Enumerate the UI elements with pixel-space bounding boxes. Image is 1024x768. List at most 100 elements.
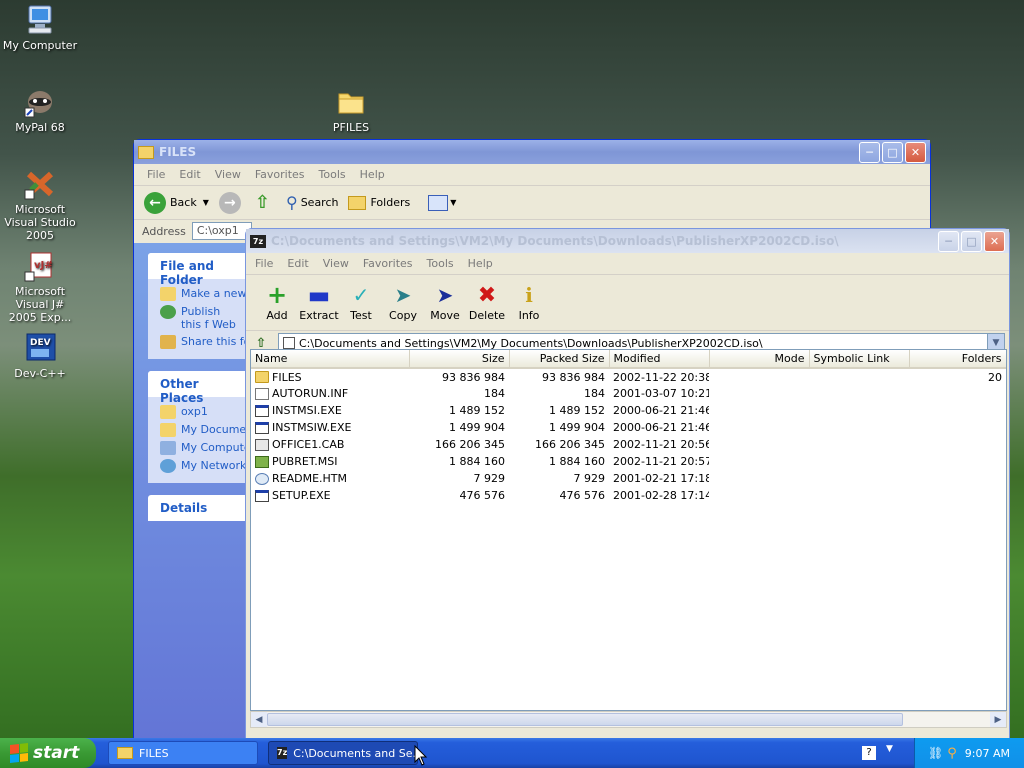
test-button[interactable]: ✓ Test bbox=[340, 283, 382, 322]
maximize-button[interactable]: □ bbox=[961, 230, 982, 252]
desktop-icon-mypal[interactable]: MyPal 68 bbox=[0, 86, 80, 134]
panel-title[interactable]: Details bbox=[148, 495, 248, 521]
table-row[interactable]: FILES 93 836 984 93 836 984 2002-11-22 2… bbox=[251, 368, 1006, 385]
extract-button[interactable]: ▬ Extract bbox=[298, 281, 340, 322]
minimize-button[interactable]: ─ bbox=[859, 141, 880, 163]
column-header-packed-size[interactable]: Packed Size bbox=[509, 350, 610, 369]
clock[interactable]: 9:07 AM bbox=[965, 747, 1010, 760]
menu-file[interactable]: File bbox=[248, 257, 280, 270]
desktop-icon-label: Microsoft Visual J# 2005 Exp... bbox=[8, 285, 72, 324]
task-pane: File and Folder Make a new Publish this … bbox=[134, 243, 248, 739]
place-label: My Compute bbox=[181, 441, 248, 454]
menu-favorites[interactable]: Favorites bbox=[356, 257, 420, 270]
table-row[interactable]: PUBRET.MSI 1 884 160 1 884 160 2002-11-2… bbox=[251, 453, 1006, 470]
menu-edit[interactable]: Edit bbox=[172, 168, 207, 181]
up-folder-button[interactable]: ⇧ bbox=[255, 192, 270, 213]
place-my-documents[interactable]: My Documer bbox=[160, 423, 248, 437]
desktop-icon-visual-jsharp[interactable]: vJ# Microsoft Visual J# 2005 Exp... bbox=[0, 250, 80, 324]
place-my-network[interactable]: My Network bbox=[160, 459, 248, 473]
menu-file[interactable]: File bbox=[140, 168, 172, 181]
share-icon bbox=[160, 335, 176, 349]
back-button[interactable]: ← Back ▼ bbox=[144, 191, 209, 214]
views-button[interactable]: ▼ bbox=[428, 194, 456, 211]
task-make-new-folder[interactable]: Make a new bbox=[160, 287, 248, 301]
column-header-name[interactable]: Name bbox=[251, 350, 410, 369]
panel-title[interactable]: Other Places bbox=[148, 371, 248, 405]
close-button[interactable]: ✕ bbox=[905, 141, 926, 163]
table-row[interactable]: INSTMSI.EXE 1 489 152 1 489 152 2000-06-… bbox=[251, 402, 1006, 419]
forward-arrow-icon: → bbox=[218, 191, 241, 214]
minimize-button[interactable]: ─ bbox=[938, 230, 959, 252]
place-my-computer[interactable]: My Compute bbox=[160, 441, 248, 455]
column-header-modified[interactable]: Modified bbox=[609, 350, 710, 369]
place-oxp1[interactable]: oxp1 bbox=[160, 405, 248, 419]
file-packed-size: 184 bbox=[584, 387, 605, 400]
maximize-button[interactable]: □ bbox=[882, 141, 903, 163]
table-row[interactable]: SETUP.EXE 476 576 476 576 2001-02-28 17:… bbox=[251, 487, 1006, 504]
menu-favorites[interactable]: Favorites bbox=[248, 168, 312, 181]
column-header-symbolic-link[interactable]: Symbolic Link bbox=[809, 350, 910, 369]
task-label: Share this fo bbox=[181, 335, 248, 348]
menu-tools[interactable]: Tools bbox=[420, 257, 461, 270]
help-icon[interactable]: ? bbox=[862, 746, 876, 760]
forward-button[interactable]: → bbox=[218, 191, 245, 214]
search-tray-icon[interactable]: ⚲ bbox=[947, 746, 957, 761]
menu-help[interactable]: Help bbox=[353, 168, 392, 181]
delete-button[interactable]: ✖ Delete bbox=[466, 282, 508, 323]
table-row[interactable]: OFFICE1.CAB 166 206 345 166 206 345 2002… bbox=[251, 436, 1006, 453]
start-button[interactable]: start bbox=[0, 738, 96, 768]
desktop-icon-my-computer[interactable]: My Computer bbox=[0, 4, 80, 52]
panel-title[interactable]: File and Folder bbox=[148, 253, 248, 287]
search-button[interactable]: ⚲ Search bbox=[286, 193, 339, 212]
task-publish-web[interactable]: Publish this f Web bbox=[160, 305, 248, 331]
table-row[interactable]: AUTORUN.INF 184 184 2001-03-07 10:21 bbox=[251, 385, 1006, 402]
menu-view[interactable]: View bbox=[316, 257, 356, 270]
desktop-icon-visual-studio[interactable]: Microsoft Visual Studio 2005 bbox=[0, 168, 80, 242]
file-modified: 2001-02-21 17:18 bbox=[613, 472, 709, 485]
zip-titlebar[interactable]: 7z C:\Documents and Settings\VM2\My Docu… bbox=[246, 229, 1009, 253]
menu-help[interactable]: Help bbox=[461, 257, 500, 270]
menu-tools[interactable]: Tools bbox=[312, 168, 353, 181]
close-button[interactable]: ✕ bbox=[984, 230, 1005, 252]
move-button[interactable]: ➤ Move bbox=[424, 283, 466, 322]
file-size: 476 576 bbox=[459, 489, 506, 502]
desktop-icon-devcpp[interactable]: DEV Dev-C++ bbox=[0, 332, 80, 380]
info-button[interactable]: i Info bbox=[508, 283, 550, 322]
back-arrow-icon: ← bbox=[144, 191, 166, 214]
file-list[interactable]: Name Size Packed Size Modified Mode Symb… bbox=[250, 349, 1007, 711]
scrollbar-thumb[interactable] bbox=[267, 713, 903, 726]
table-row[interactable]: INSTMSIW.EXE 1 499 904 1 499 904 2000-06… bbox=[251, 419, 1006, 436]
copy-button[interactable]: ➤ Copy bbox=[382, 283, 424, 322]
7zip-file-manager-window[interactable]: 7z C:\Documents and Settings\VM2\My Docu… bbox=[245, 228, 1010, 740]
windows-logo-icon bbox=[10, 743, 28, 763]
taskbar-item-7zip[interactable]: 7z C:\Documents and Se... bbox=[268, 741, 418, 765]
network-tray-icon[interactable]: ⛓ bbox=[928, 746, 943, 760]
scroll-left-icon[interactable]: ◀ bbox=[251, 712, 267, 727]
globe-icon bbox=[160, 305, 176, 319]
column-header-folders[interactable]: Folders bbox=[909, 350, 1006, 369]
file-modified: 2000-06-21 21:46 bbox=[613, 404, 709, 417]
column-header-mode[interactable]: Mode bbox=[709, 350, 810, 369]
taskbar-item-files[interactable]: FILES bbox=[108, 741, 258, 765]
file-modified: 2002-11-22 20:38 bbox=[613, 370, 709, 384]
column-header-size[interactable]: Size bbox=[409, 350, 510, 369]
folders-button[interactable]: Folders bbox=[348, 195, 410, 210]
add-button[interactable]: + Add bbox=[256, 281, 298, 322]
table-row[interactable]: README.HTM 7 929 7 929 2001-02-21 17:18 bbox=[251, 470, 1006, 487]
file-size: 1 884 160 bbox=[449, 455, 505, 468]
files-titlebar[interactable]: FILES ─ □ ✕ bbox=[134, 140, 930, 164]
language-bar-icon[interactable]: ▼ bbox=[886, 744, 893, 754]
task-share-folder[interactable]: Share this fo bbox=[160, 335, 248, 349]
place-label: My Documer bbox=[181, 423, 248, 436]
add-label: Add bbox=[266, 309, 288, 322]
desktop-icon-pfiles[interactable]: PFILES bbox=[311, 86, 391, 134]
horizontal-scrollbar[interactable]: ◀ ▶ bbox=[250, 711, 1007, 728]
scroll-right-icon[interactable]: ▶ bbox=[990, 712, 1006, 727]
address-input[interactable]: C:\oxp1 bbox=[191, 222, 252, 240]
delete-x-icon: ✖ bbox=[477, 282, 497, 308]
search-label: Search bbox=[300, 196, 339, 209]
zip-menubar: File Edit View Favorites Tools Help bbox=[246, 253, 1009, 275]
menu-view[interactable]: View bbox=[208, 168, 248, 181]
back-label: Back bbox=[170, 196, 197, 209]
menu-edit[interactable]: Edit bbox=[280, 257, 315, 270]
